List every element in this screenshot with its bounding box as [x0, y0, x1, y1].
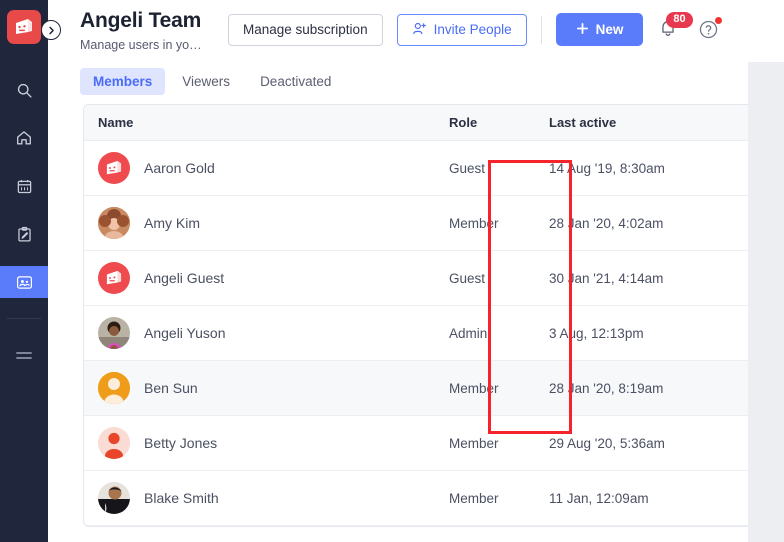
avatar: [98, 152, 130, 184]
title-block: Angeli Team Manage users in yo…: [48, 8, 218, 52]
cell-last-active: 11 Jan, 12:09am: [549, 490, 649, 506]
tab-bar: Members Viewers Deactivated: [48, 62, 784, 100]
new-button-label: New: [595, 22, 624, 37]
member-name: Aaron Gold: [144, 160, 215, 176]
cell-name: Betty Jones: [84, 427, 449, 459]
table-row[interactable]: Betty Jones Member 29 Aug '20, 5:36am: [84, 416, 782, 471]
main-content: Angeli Team Manage users in yo… Manage s…: [48, 0, 784, 542]
page-title: Angeli Team: [80, 9, 202, 32]
app-root: Angeli Team Manage users in yo… Manage s…: [0, 0, 784, 542]
cell-name: Aaron Gold: [84, 152, 449, 184]
tab-deactivated-label: Deactivated: [260, 73, 332, 89]
invite-people-button[interactable]: Invite People: [396, 13, 527, 46]
help-button[interactable]: [697, 16, 723, 45]
invite-people-label: Invite People: [433, 22, 512, 37]
cell-last-active: 14 Aug '19, 8:30am: [549, 160, 665, 176]
member-name: Amy Kim: [144, 215, 200, 231]
avatar: [98, 317, 130, 349]
cell-role: Member: [449, 380, 499, 396]
member-name: Angeli Yuson: [144, 325, 226, 341]
manage-subscription-button[interactable]: Manage subscription: [228, 13, 383, 46]
avatar: [98, 427, 130, 459]
left-sidebar: [0, 0, 48, 542]
question-circle-icon: [697, 20, 720, 45]
member-name: Betty Jones: [144, 435, 218, 451]
sidebar-item-calendar[interactable]: [0, 170, 48, 202]
tab-viewers-label: Viewers: [182, 73, 231, 89]
cell-role: Admin: [449, 325, 488, 341]
table-row[interactable]: Angeli Yuson Admin 3 Aug, 12:13pm: [84, 306, 782, 361]
sidebar-menu-button[interactable]: [0, 341, 48, 371]
bell-icon: [657, 20, 679, 43]
right-gutter-top: [748, 0, 784, 62]
new-button[interactable]: New: [555, 13, 644, 46]
sidebar-divider: [7, 318, 41, 319]
cell-last-active: 29 Aug '20, 5:36am: [549, 435, 665, 451]
sidebar-item-people[interactable]: [0, 266, 48, 298]
cell-role: Guest: [449, 270, 486, 286]
column-header-name[interactable]: Name: [84, 115, 449, 130]
table-row[interactable]: Blake Smith Member 11 Jan, 12:09am: [84, 471, 782, 526]
avatar: [98, 482, 130, 514]
member-name: Ben Sun: [144, 380, 198, 396]
sidebar-item-search[interactable]: [0, 74, 48, 106]
table-row[interactable]: Aaron Gold Guest 14 Aug '19, 8:30am: [84, 141, 782, 196]
sidebar-nav: [0, 74, 48, 314]
user-plus-icon: [412, 21, 427, 39]
right-gutter: [748, 0, 784, 542]
sidebar-item-home[interactable]: [0, 122, 48, 154]
notifications-button[interactable]: 80: [657, 11, 693, 43]
column-header-role[interactable]: Role: [449, 115, 549, 130]
cell-name: Angeli Guest: [84, 262, 449, 294]
column-header-last-active[interactable]: Last active: [549, 115, 749, 130]
page-header: Angeli Team Manage users in yo… Manage s…: [48, 0, 784, 62]
avatar: [98, 372, 130, 404]
table-row[interactable]: Amy Kim Member 28 Jan '20, 4:02am: [84, 196, 782, 251]
cell-name: Amy Kim: [84, 207, 449, 239]
cell-role: Guest: [449, 160, 486, 176]
cell-last-active: 30 Jan '21, 4:14am: [549, 270, 664, 286]
help-alert-dot: [715, 16, 723, 24]
cell-name: Angeli Yuson: [84, 317, 449, 349]
members-table-area: Name Role Last active Aaron Gold Guest 1…: [83, 104, 783, 542]
tab-deactivated[interactable]: Deactivated: [247, 68, 344, 95]
cell-last-active: 28 Jan '20, 4:02am: [549, 215, 664, 231]
member-name: Blake Smith: [144, 490, 219, 506]
plus-icon: [576, 22, 589, 38]
app-logo[interactable]: [7, 10, 41, 44]
tab-members-label: Members: [93, 73, 153, 89]
sidebar-item-notes[interactable]: [0, 218, 48, 250]
header-divider: [540, 15, 542, 44]
table-row[interactable]: Angeli Guest Guest 30 Jan '21, 4:14am: [84, 251, 782, 306]
tab-members[interactable]: Members: [80, 67, 166, 95]
table-header-row: Name Role Last active: [84, 105, 782, 141]
member-name: Angeli Guest: [144, 270, 225, 286]
cell-role: Member: [449, 490, 499, 506]
notification-badge: 80: [666, 11, 693, 28]
avatar: [98, 207, 130, 239]
expand-sidebar-toggle[interactable]: [41, 20, 61, 40]
cell-name: Ben Sun: [84, 372, 449, 404]
page-subtitle: Manage users in yo…: [80, 38, 202, 52]
members-table-card: Name Role Last active Aaron Gold Guest 1…: [83, 104, 783, 527]
cell-last-active: 28 Jan '20, 8:19am: [549, 380, 664, 396]
table-row[interactable]: Ben Sun Member 28 Jan '20, 8:19am: [84, 361, 782, 416]
cell-role: Member: [449, 435, 499, 451]
tab-viewers[interactable]: Viewers: [169, 68, 243, 95]
cell-name: Blake Smith: [84, 482, 449, 514]
header-actions: Manage subscription Invite People New 80: [228, 11, 723, 46]
cell-role: Member: [449, 215, 499, 231]
avatar: [98, 262, 130, 294]
cell-last-active: 3 Aug, 12:13pm: [549, 325, 644, 341]
manage-subscription-label: Manage subscription: [243, 22, 368, 37]
